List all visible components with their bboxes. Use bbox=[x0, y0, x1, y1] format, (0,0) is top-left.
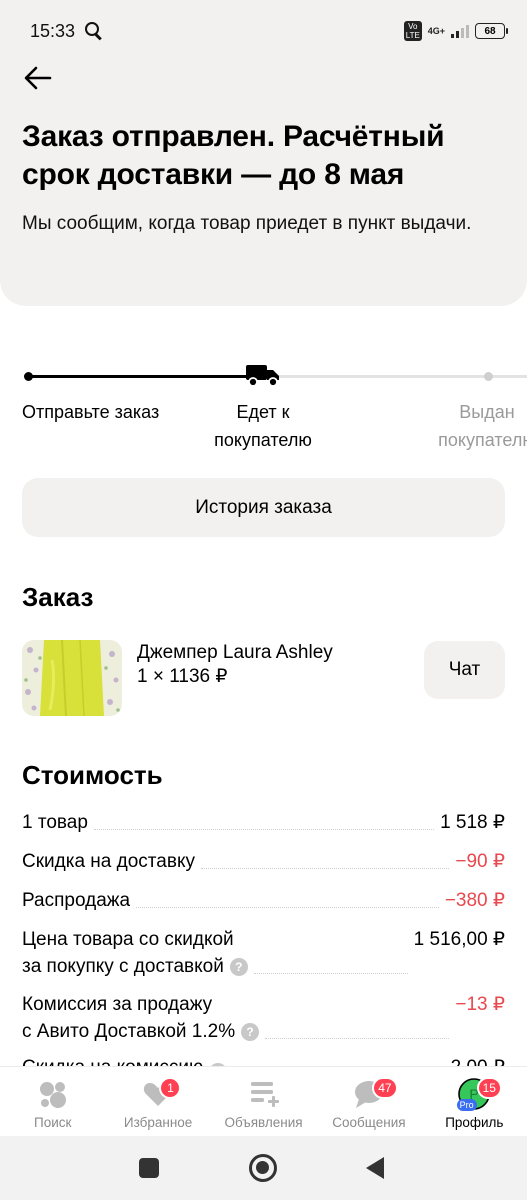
tab-profile[interactable]: P Pro 15 Профиль bbox=[422, 1067, 527, 1136]
dotted-leader bbox=[265, 1038, 450, 1039]
network-type: 4G+ bbox=[427, 26, 445, 36]
back-triangle-icon[interactable] bbox=[366, 1157, 384, 1179]
dotted-leader bbox=[93, 829, 435, 830]
status-indicators: Vo LTE 4G+ 68 bbox=[403, 21, 508, 41]
cost-label-line2: с Авито Доставкой 1.2% bbox=[22, 1021, 236, 1042]
tab-listings[interactable]: Объявления bbox=[211, 1067, 316, 1136]
product-image[interactable] bbox=[22, 640, 122, 716]
tab-label: Сообщения bbox=[332, 1115, 406, 1130]
status-bar: 15:33 Vo LTE 4G+ 68 bbox=[0, 0, 527, 62]
cost-value: 1 516,00 ₽ bbox=[413, 929, 505, 950]
cost-row-discounted-price: Цена товара со скидкой за покупку с дост… bbox=[22, 926, 505, 980]
signal-icon bbox=[451, 24, 469, 38]
cost-label: Комиссия за продажу с Авито Доставкой 1.… bbox=[22, 991, 260, 1045]
step-label-delivered: Выдан покупателю bbox=[438, 402, 527, 450]
truck-icon bbox=[246, 362, 280, 388]
system-nav-bar bbox=[0, 1136, 527, 1200]
order-section-title: Заказ bbox=[22, 582, 94, 612]
volte-icon: Vo LTE bbox=[403, 21, 422, 41]
cost-section-title: Стоимость bbox=[22, 760, 163, 790]
step-label-on-the-way: Едет к покупателю bbox=[214, 402, 312, 450]
messages-badge: 47 bbox=[372, 1077, 398, 1099]
progress-dot-end bbox=[484, 372, 493, 381]
product-name[interactable]: Джемпер Laura Ashley bbox=[137, 641, 333, 665]
tab-search[interactable]: Поиск bbox=[0, 1067, 105, 1136]
search-bubbles-icon bbox=[36, 1077, 70, 1111]
tab-favorites[interactable]: 1 Избранное bbox=[105, 1067, 210, 1136]
page-subtitle: Мы сообщим, когда товар приедет в пункт … bbox=[22, 213, 472, 234]
tab-label: Поиск bbox=[33, 1115, 72, 1130]
battery-icon: 68 bbox=[475, 23, 508, 39]
cost-row-delivery-discount: Скидка на доставку −90 ₽ bbox=[22, 848, 505, 875]
cost-label-line2: за покупку с доставкой bbox=[22, 956, 224, 977]
cost-value: −380 ₽ bbox=[444, 890, 505, 911]
cost-row-items: 1 товар 1 518 ₽ bbox=[22, 809, 505, 836]
page-title: Заказ отправлен. Расчётный срок доставки… bbox=[22, 120, 445, 191]
cost-row-sale: Распродажа −380 ₽ bbox=[22, 887, 505, 914]
cost-label: 1 товар bbox=[22, 812, 88, 833]
cost-label-line1: Цена товара со скидкой bbox=[22, 929, 234, 950]
dotted-leader bbox=[136, 907, 439, 908]
tab-messages[interactable]: 47 Сообщения bbox=[316, 1067, 421, 1136]
pro-badge: Pro bbox=[456, 1099, 477, 1111]
tab-label: Профиль bbox=[445, 1115, 504, 1130]
tab-label: Объявления bbox=[224, 1115, 303, 1130]
cost-label: Распродажа bbox=[22, 890, 131, 911]
dotted-leader bbox=[253, 973, 408, 974]
cost-value: 1 518 ₽ bbox=[440, 812, 505, 833]
cost-value: −90 ₽ bbox=[455, 851, 505, 872]
step-label-send: Отправьте заказ bbox=[22, 402, 160, 422]
product-qty-price: 1 × 1136 ₽ bbox=[137, 666, 228, 687]
listings-icon bbox=[247, 1077, 281, 1111]
chat-button[interactable]: Чат bbox=[424, 641, 505, 699]
cost-label: Скидка на доставку bbox=[22, 851, 195, 872]
back-arrow-icon[interactable] bbox=[22, 62, 54, 94]
cost-label: Цена товара со скидкой за покупку с дост… bbox=[22, 926, 248, 980]
status-time: 15:33 bbox=[30, 20, 76, 41]
dotted-leader bbox=[200, 868, 450, 869]
home-icon[interactable] bbox=[249, 1154, 277, 1182]
bottom-tab-bar: Поиск 1 Избранное Объявления 47 Сообщени… bbox=[0, 1066, 527, 1136]
tab-label: Избранное bbox=[123, 1115, 193, 1130]
progress-line-done bbox=[28, 375, 260, 378]
cost-row-commission: Комиссия за продажу с Авито Доставкой 1.… bbox=[22, 991, 505, 1045]
help-icon[interactable]: ? bbox=[229, 958, 248, 976]
order-progress bbox=[0, 356, 527, 396]
order-history-button[interactable]: История заказа bbox=[22, 478, 505, 537]
cost-value: −13 ₽ bbox=[455, 994, 505, 1015]
profile-badge: 15 bbox=[476, 1077, 502, 1099]
recent-apps-icon[interactable] bbox=[139, 1158, 159, 1178]
cost-label-line1: Комиссия за продажу bbox=[22, 994, 213, 1015]
search-icon bbox=[85, 22, 103, 40]
favorites-badge: 1 bbox=[159, 1077, 182, 1099]
help-icon[interactable]: ? bbox=[241, 1023, 260, 1041]
progress-dot-start bbox=[24, 372, 33, 381]
